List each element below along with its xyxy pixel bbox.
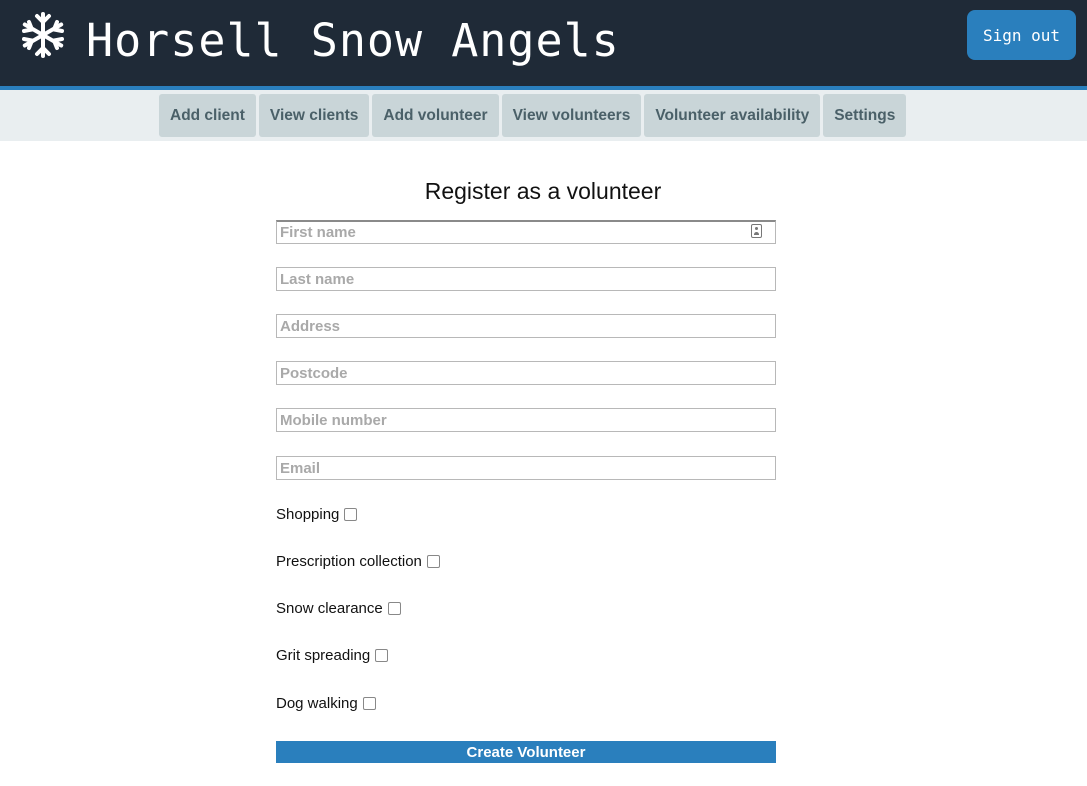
sign-out-button[interactable]: Sign out (967, 10, 1076, 60)
service-shopping-row: Shopping (276, 506, 358, 523)
nav-item-settings[interactable]: Settings (823, 94, 907, 137)
create-volunteer-button[interactable]: Create Volunteer (276, 741, 776, 763)
email-input[interactable] (276, 456, 776, 480)
service-grit-spreading-checkbox[interactable] (375, 649, 389, 662)
service-snow-clearance-checkbox[interactable] (387, 602, 401, 615)
first-name-input[interactable] (276, 220, 776, 244)
service-prescription-checkbox[interactable] (426, 555, 440, 568)
form-title: Register as a volunteer (424, 178, 662, 204)
service-prescription-row: Prescription collection (276, 553, 440, 570)
nav-item-add-client[interactable]: Add client (159, 94, 256, 137)
snowflake-icon (22, 12, 64, 58)
contact-card-icon[interactable] (751, 224, 762, 238)
nav-item-view-clients[interactable]: View clients (258, 94, 370, 137)
service-prescription-label: Prescription collection (276, 553, 422, 570)
mobile-number-input[interactable] (276, 408, 776, 432)
nav-item-volunteer-availability[interactable]: Volunteer availability (644, 94, 821, 137)
app-title: Horsell Snow Angels (86, 14, 620, 67)
main-nav: Add client View clients Add volunteer Vi… (0, 90, 1087, 141)
service-dog-walking-checkbox[interactable] (362, 697, 376, 710)
service-snow-clearance-label: Snow clearance (276, 600, 383, 617)
service-grit-spreading-row: Grit spreading (276, 647, 389, 664)
nav-item-view-volunteers[interactable]: View volunteers (501, 94, 642, 137)
last-name-input[interactable] (276, 267, 776, 291)
app-header: Horsell Snow Angels Sign out (0, 0, 1087, 90)
service-shopping-checkbox[interactable] (344, 508, 358, 521)
postcode-input[interactable] (276, 361, 776, 385)
service-dog-walking-label: Dog walking (276, 695, 358, 712)
service-grit-spreading-label: Grit spreading (276, 647, 371, 664)
address-input[interactable] (276, 314, 776, 338)
service-snow-clearance-row: Snow clearance (276, 600, 401, 617)
service-dog-walking-row: Dog walking (276, 695, 376, 712)
nav-item-add-volunteer[interactable]: Add volunteer (372, 94, 499, 137)
service-shopping-label: Shopping (276, 506, 340, 523)
